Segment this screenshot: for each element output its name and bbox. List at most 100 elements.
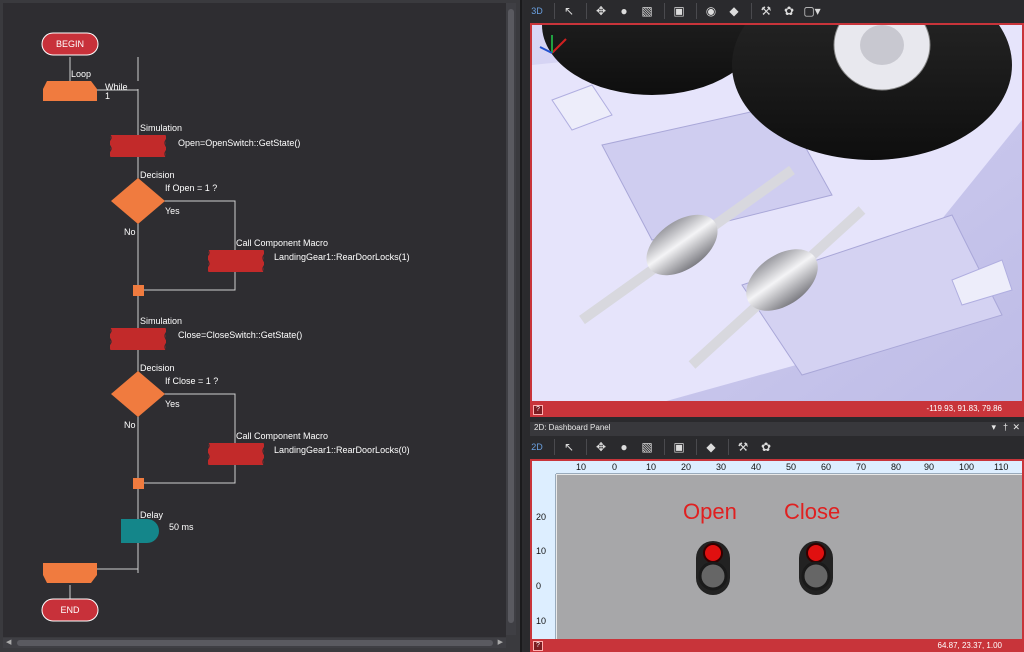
- dashboard-title-bar: 2D: Dashboard Panel ▾ † ✕: [530, 422, 1024, 436]
- macro-block-2: [208, 443, 264, 465]
- move-icon[interactable]: ✥: [591, 438, 611, 456]
- palette-icon[interactable]: ✿: [756, 438, 776, 456]
- pointer-icon[interactable]: ↖: [559, 438, 579, 456]
- dropdown-icon[interactable]: ▾: [991, 422, 996, 433]
- close-switch[interactable]: [799, 541, 833, 595]
- ruler-corner: [532, 461, 556, 474]
- simulation-2-expr: Close=CloseSwitch::GetState(): [178, 330, 303, 340]
- simulation-1-expr: Open=OpenSwitch::GetState(): [178, 138, 301, 148]
- toolbar-separator: [696, 3, 697, 19]
- coords-3d: -119.93, 91.83, 79.86: [926, 404, 1002, 413]
- flowchart-canvas[interactable]: BEGIN END Loop While 1 Simulation Open=O…: [3, 3, 506, 637]
- ruler-tick: 40: [751, 462, 762, 472]
- ruler-tick: 110: [994, 462, 1009, 472]
- dashboard-switches: [696, 541, 833, 595]
- ruler-tick: 70: [856, 462, 867, 472]
- toolbar-separator: [586, 3, 587, 19]
- ruler-tick: 10: [576, 462, 587, 472]
- ruler-tick: 50: [786, 462, 797, 472]
- horizontal-scroll-thumb[interactable]: [17, 640, 493, 646]
- toolbar-separator: [554, 3, 555, 19]
- sphere-icon[interactable]: ●: [614, 438, 634, 456]
- toolbar-separator: [696, 439, 697, 455]
- viewport-3d[interactable]: [530, 23, 1024, 403]
- decision-2-no: No: [124, 420, 136, 430]
- flowchart-horizontal-scrollbar[interactable]: ◀ ▶: [3, 638, 506, 648]
- pointer-icon[interactable]: ↖: [559, 2, 579, 20]
- decision-1-cond: If Open = 1 ?: [165, 183, 218, 193]
- scroll-right-icon[interactable]: ▶: [498, 638, 503, 648]
- image-icon[interactable]: ▧: [637, 2, 657, 20]
- dashboard-surface: Open Close: [557, 475, 1022, 639]
- pin-icon[interactable]: †: [1003, 422, 1008, 432]
- palette-icon[interactable]: ✿: [779, 2, 799, 20]
- ruler-vertical: 20 10 0 10: [532, 474, 556, 639]
- 3d-scene: [532, 25, 1022, 401]
- ruler-horizontal: 10 0 10 20 30 40 50 60 70 80 90 100 110: [556, 461, 1022, 474]
- move-icon[interactable]: ✥: [591, 2, 611, 20]
- open-switch[interactable]: [696, 541, 730, 595]
- delay-block: [121, 519, 159, 543]
- decision-2-yes: Yes: [165, 399, 180, 409]
- wrench-icon[interactable]: ⚒: [756, 2, 776, 20]
- macro-block-1: [208, 250, 264, 272]
- loop-end-block: [43, 563, 97, 583]
- warning-icon[interactable]: ?: [533, 641, 543, 651]
- flowchart-vertical-scrollbar[interactable]: [506, 3, 516, 635]
- panel-icon[interactable]: ▣: [669, 2, 689, 20]
- view-tag-3d: 3D: [531, 6, 543, 16]
- ruler-tick: 100: [959, 462, 975, 472]
- ruler-tick: 0: [612, 462, 618, 472]
- flowchart-pane: BEGIN END Loop While 1 Simulation Open=O…: [0, 0, 522, 652]
- macro-1-label: Call Component Macro: [236, 238, 329, 248]
- cube-icon[interactable]: ◆: [701, 438, 721, 456]
- dashboard-viewport[interactable]: 10 0 10 20 30 40 50 60 70 80 90 100 110 …: [530, 459, 1024, 641]
- decision-2-label: Decision: [140, 363, 175, 373]
- toolbar-separator: [751, 3, 752, 19]
- decision-diamond-1: [111, 178, 165, 224]
- frame-icon[interactable]: ▢▾: [802, 2, 822, 20]
- panel-icon[interactable]: ▣: [669, 438, 689, 456]
- decision-diamond-2: [111, 371, 165, 417]
- sphere-icon[interactable]: ●: [614, 2, 634, 20]
- wrench-icon[interactable]: ⚒: [733, 438, 753, 456]
- simulation-1-label: Simulation: [140, 123, 183, 133]
- begin-label: BEGIN: [55, 39, 84, 49]
- ball-icon[interactable]: ◉: [701, 2, 721, 20]
- close-icon[interactable]: ✕: [1012, 422, 1020, 433]
- delay-value: 50 ms: [169, 522, 194, 532]
- decision-1-no: No: [124, 227, 136, 237]
- cube-icon[interactable]: ◆: [724, 2, 744, 20]
- toolbar-3d: 3D ↖ ✥ ● ▧ ▣ ◉ ◆ ⚒ ✿ ▢▾: [524, 0, 1024, 22]
- ruler-tick: 20: [681, 462, 692, 472]
- macro-2-expr: LandingGear1::RearDoorLocks(0): [274, 445, 410, 455]
- vertical-scroll-thumb[interactable]: [508, 9, 514, 623]
- dashboard-title: 2D: Dashboard Panel: [534, 423, 611, 432]
- status-bar-3d: ? -119.93, 91.83, 79.86: [530, 403, 1024, 417]
- toolbar-2d: 2D ↖ ✥ ● ▧ ▣ ◆ ⚒ ✿: [524, 436, 1024, 458]
- status-bar-2d: ? 64.87, 23.37, 1.00: [530, 641, 1024, 652]
- junction-1: [133, 285, 144, 296]
- view-tag-2d: 2D: [531, 442, 543, 452]
- warning-icon[interactable]: ?: [533, 405, 543, 415]
- ruler-tick: 30: [716, 462, 727, 472]
- simulation-block-1: [110, 135, 166, 157]
- loop-label: Loop: [71, 69, 92, 79]
- ruler-tick: 20: [536, 512, 547, 522]
- ruler-tick: 10: [536, 616, 547, 626]
- delay-label: Delay: [140, 510, 164, 520]
- decision-1-yes: Yes: [165, 206, 180, 216]
- toolbar-separator: [664, 3, 665, 19]
- ruler-tick: 0: [536, 581, 542, 591]
- toolbar-separator: [586, 439, 587, 455]
- image-icon[interactable]: ▧: [637, 438, 657, 456]
- scroll-left-icon[interactable]: ◀: [6, 638, 11, 648]
- right-pane: 3D ↖ ✥ ● ▧ ▣ ◉ ◆ ⚒ ✿ ▢▾ ? -119.93, 91.83…: [524, 0, 1024, 652]
- toolbar-separator: [554, 439, 555, 455]
- macro-1-expr: LandingGear1::RearDoorLocks(1): [274, 252, 410, 262]
- coords-2d: 64.87, 23.37, 1.00: [937, 641, 1003, 650]
- loop-start-block: [43, 81, 97, 101]
- decision-1-label: Decision: [140, 170, 175, 180]
- decision-2-cond: If Close = 1 ?: [165, 376, 219, 386]
- ruler-tick: 80: [891, 462, 902, 472]
